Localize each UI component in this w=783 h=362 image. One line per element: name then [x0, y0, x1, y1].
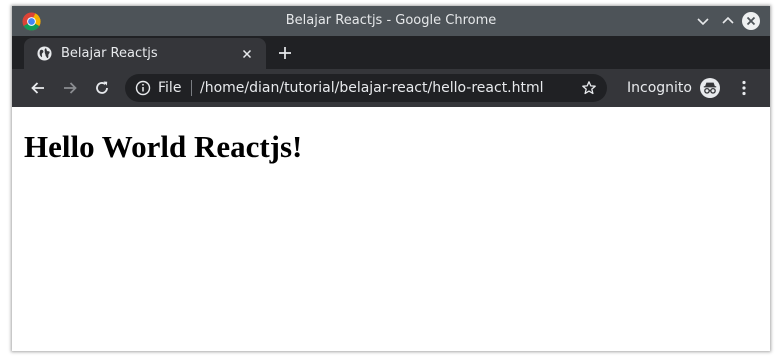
- url-scheme-label: File: [158, 80, 182, 96]
- close-window-icon[interactable]: [741, 11, 761, 31]
- tab-title: Belajar Reactjs: [61, 46, 158, 61]
- url-text[interactable]: /home/dian/tutorial/belajar-react/hello-…: [200, 74, 544, 102]
- omnibox-separator: [191, 80, 192, 96]
- more-menu-icon[interactable]: [736, 79, 752, 97]
- maximize-icon[interactable]: [718, 11, 738, 31]
- page-heading: Hello World Reactjs!: [24, 129, 303, 164]
- toolbar: File /home/dian/tutorial/belajar-react/h…: [12, 69, 770, 107]
- back-icon[interactable]: [29, 79, 47, 97]
- forward-icon[interactable]: [61, 79, 79, 97]
- globe-icon: [37, 46, 52, 61]
- address-bar[interactable]: File /home/dian/tutorial/belajar-react/h…: [125, 74, 607, 102]
- window-title: Belajar Reactjs - Google Chrome: [285, 13, 497, 28]
- tab-strip: Belajar Reactjs: [12, 36, 770, 69]
- bookmark-star-icon[interactable]: [581, 80, 597, 96]
- minimize-icon[interactable]: [693, 11, 713, 31]
- browser-window: Belajar Reactjs - Google Chrome Belajar …: [12, 6, 770, 351]
- info-icon[interactable]: [135, 80, 151, 96]
- incognito-icon[interactable]: [700, 78, 720, 98]
- close-tab-icon[interactable]: [240, 47, 254, 61]
- new-tab-icon[interactable]: [277, 45, 293, 61]
- tab-belajar-reactjs[interactable]: Belajar Reactjs: [24, 38, 266, 69]
- title-bar[interactable]: Belajar Reactjs - Google Chrome: [12, 6, 770, 36]
- page-viewport: Hello World Reactjs!: [12, 107, 770, 351]
- reload-icon[interactable]: [93, 79, 111, 97]
- incognito-label[interactable]: Incognito: [627, 69, 692, 107]
